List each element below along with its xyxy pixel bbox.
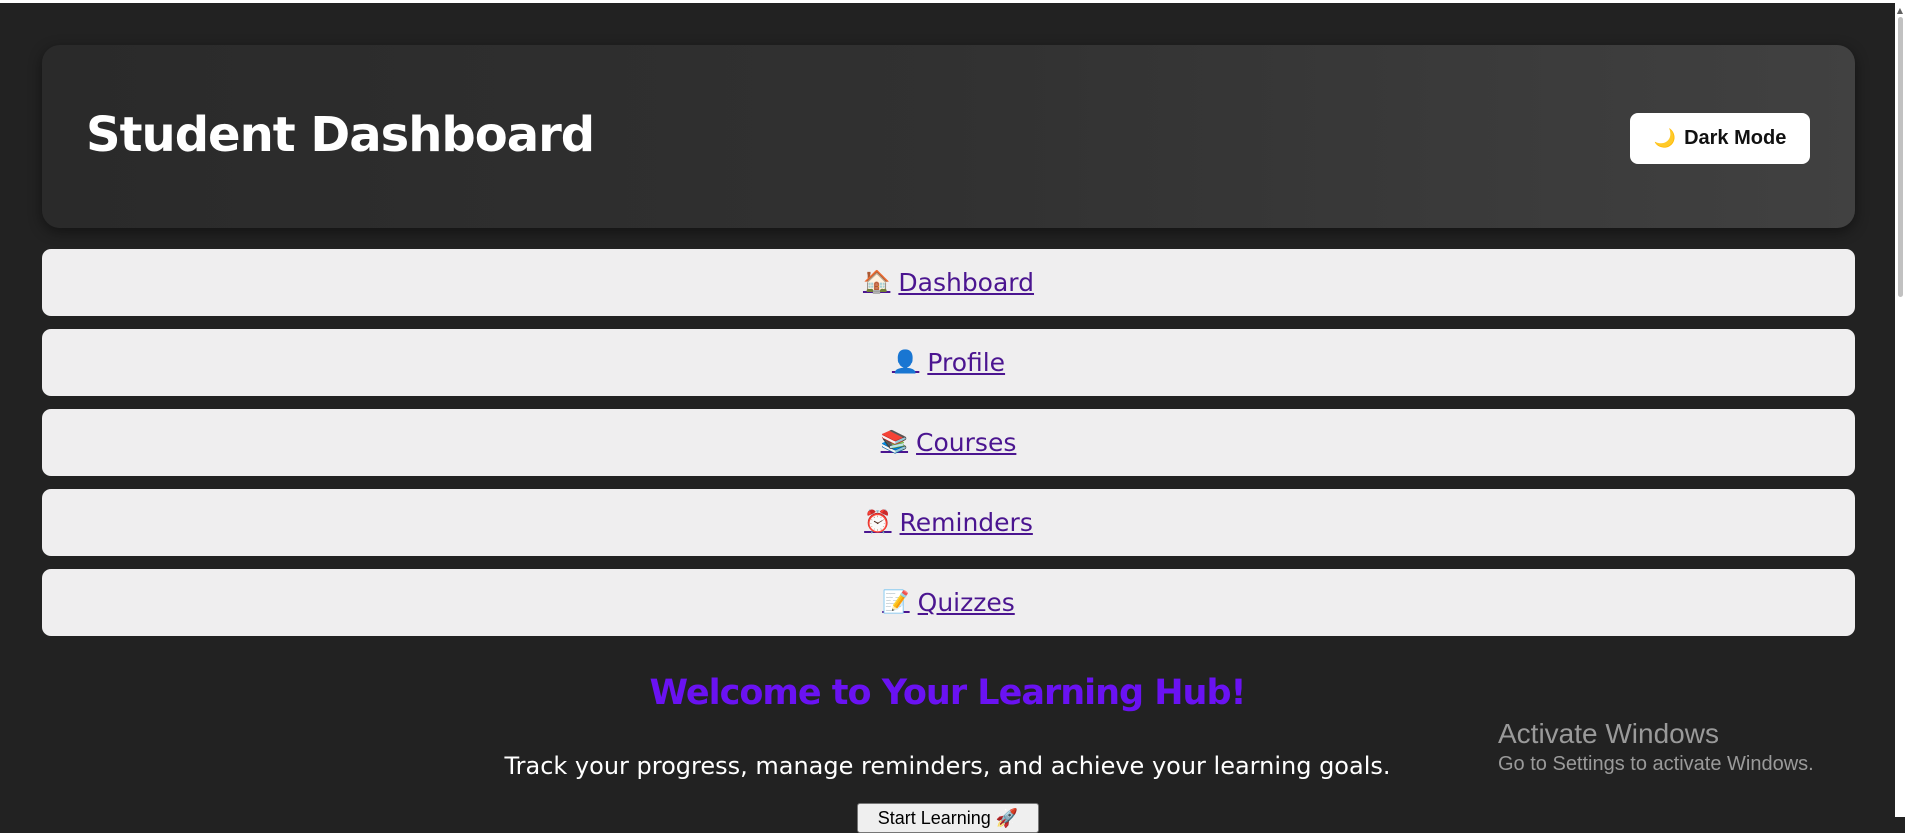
nav-link-dashboard[interactable]: 🏠 Dashboard — [863, 268, 1034, 297]
user-icon: 👤 — [891, 350, 920, 375]
scroll-up-arrow-icon[interactable]: ▲ — [1896, 7, 1904, 15]
memo-icon: 📝 — [882, 590, 910, 615]
activate-windows-watermark: Activate Windows Go to Settings to activ… — [1498, 717, 1814, 777]
moon-icon: 🌙 — [1653, 128, 1677, 148]
watermark-title: Activate Windows — [1498, 718, 1719, 749]
scrollbar-thumb[interactable] — [1898, 17, 1903, 297]
nav-item-profile: 👤 Profile — [42, 329, 1855, 396]
nav-item-courses: 📚 Courses — [42, 409, 1855, 476]
nav-label-quizzes: Quizzes — [917, 588, 1015, 617]
nav-label-reminders: Reminders — [899, 508, 1033, 537]
house-icon: 🏠 — [862, 270, 891, 295]
welcome-heading: Welcome to Your Learning Hub! — [649, 673, 1247, 713]
nav-label-profile: Profile — [927, 348, 1006, 377]
nav-item-reminders: ⏰ Reminders — [42, 489, 1855, 556]
alarm-clock-icon: ⏰ — [864, 510, 892, 535]
nav-item-quizzes: 📝 Quizzes — [42, 569, 1855, 636]
start-learning-button[interactable]: Start Learning 🚀 — [857, 803, 1039, 833]
header-banner: Student Dashboard 🌙 Dark Mode — [42, 45, 1855, 228]
nav-link-reminders[interactable]: ⏰ Reminders — [864, 508, 1033, 537]
dark-mode-toggle-button[interactable]: 🌙 Dark Mode — [1630, 113, 1810, 164]
books-icon: 📚 — [880, 430, 909, 455]
nav-item-dashboard: 🏠 Dashboard — [42, 249, 1855, 316]
nav-link-courses[interactable]: 📚 Courses — [881, 428, 1017, 457]
vertical-scrollbar[interactable]: ▲ — [1895, 3, 1905, 817]
nav-label-dashboard: Dashboard — [898, 268, 1035, 297]
nav-label-courses: Courses — [916, 428, 1017, 457]
page: Student Dashboard 🌙 Dark Mode 🏠 Dashboar… — [0, 3, 1895, 833]
watermark-subtitle: Go to Settings to activate Windows. — [1498, 753, 1814, 775]
nav-link-profile[interactable]: 👤 Profile — [892, 348, 1005, 377]
dark-mode-label: Dark Mode — [1684, 127, 1787, 149]
nav-link-quizzes[interactable]: 📝 Quizzes — [882, 588, 1015, 617]
page-title: Student Dashboard — [86, 107, 595, 163]
